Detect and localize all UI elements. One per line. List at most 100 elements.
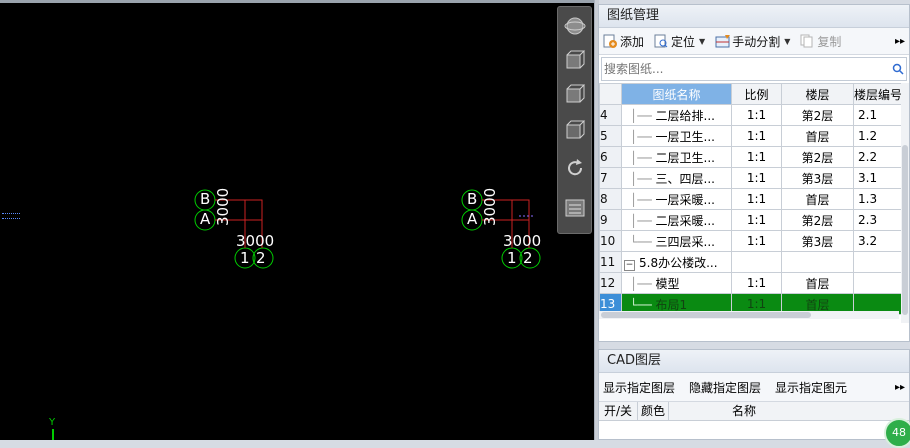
row-scale: 1:1 bbox=[731, 188, 782, 210]
row-scale: 1:1 bbox=[731, 209, 782, 231]
table-row[interactable]: 11 −5.8办公楼改... bbox=[599, 251, 904, 273]
row-name: │── 三、四层... bbox=[621, 167, 732, 189]
horizontal-dimension-right: 3000 bbox=[503, 232, 542, 250]
table-header-row: 图纸名称 比例 楼层 楼层编号 bbox=[599, 83, 904, 105]
badge-value: 48 bbox=[892, 426, 906, 439]
chevron-down-icon: ▼ bbox=[699, 36, 706, 46]
axis-label-a-right: A bbox=[467, 210, 478, 228]
row-name: │── 二层给排... bbox=[621, 104, 732, 126]
row-scale: 1:1 bbox=[731, 146, 782, 168]
cad-layer-toolbar: 显示指定图层 隐藏指定图层 显示指定图元 ▸▸ bbox=[599, 373, 909, 402]
row-number: 6 bbox=[599, 146, 622, 168]
row-name: │── 二层卫生... bbox=[621, 146, 732, 168]
header-color[interactable]: 颜色 bbox=[638, 402, 669, 420]
row-floor: 首层 bbox=[781, 272, 854, 294]
row-scale: 1:1 bbox=[731, 230, 782, 252]
row-floor-no: 2.1 bbox=[852, 104, 904, 126]
cad-layer-panel: CAD图层 显示指定图层 隐藏指定图层 显示指定图元 ▸▸ 开/关 颜色 名称 bbox=[598, 349, 910, 440]
add-button[interactable]: 添加 bbox=[603, 33, 644, 50]
row-number: 5 bbox=[599, 125, 622, 147]
row-name: −5.8办公楼改... bbox=[621, 251, 732, 273]
row-name: │── 一层采暖... bbox=[621, 188, 732, 210]
row-floor-no: 1.2 bbox=[852, 125, 904, 147]
cad-canvas[interactable]: B A 3000 3000 1 2 B A 3000 3000 1 2 Y bbox=[0, 0, 594, 440]
horizontal-dimension-left: 3000 bbox=[236, 232, 275, 250]
row-floor: 首层 bbox=[781, 188, 854, 210]
canvas-marker-left bbox=[2, 213, 20, 219]
table-row[interactable]: 5 │── 一层卫生... 1:1 首层 1.2 bbox=[599, 125, 904, 147]
row-number: 11 bbox=[599, 251, 622, 273]
vertical-dimension-left: 3000 bbox=[214, 187, 232, 226]
hscroll-thumb[interactable] bbox=[601, 312, 811, 318]
row-floor-no bbox=[852, 251, 904, 273]
layer-list-icon[interactable] bbox=[562, 195, 587, 220]
axis-label-2-right: 2 bbox=[523, 249, 533, 267]
row-floor: 第2层 bbox=[781, 209, 854, 231]
row-number: 12 bbox=[599, 272, 622, 294]
table-row[interactable]: 10 └── 三四层采... 1:1 第3层 3.2 bbox=[599, 230, 904, 252]
manual-split-button[interactable]: 手动分割 ▼ bbox=[715, 33, 790, 50]
row-floor-no: 2.2 bbox=[852, 146, 904, 168]
header-onoff[interactable]: 开/关 bbox=[599, 402, 638, 420]
row-number: 10 bbox=[599, 230, 622, 252]
axis-label-b-right: B bbox=[467, 190, 478, 208]
toolbar-overflow-icon[interactable]: ▸▸ bbox=[895, 36, 905, 47]
copy-label: 复制 bbox=[817, 34, 842, 49]
split-icon bbox=[715, 34, 731, 48]
scrollbar-thumb[interactable] bbox=[902, 145, 908, 315]
locate-label: 定位 bbox=[671, 34, 696, 49]
header-scale[interactable]: 比例 bbox=[731, 83, 782, 105]
row-floor: 第2层 bbox=[781, 146, 854, 168]
row-name: └── 三四层采... bbox=[621, 230, 732, 252]
table-horizontal-scrollbar[interactable] bbox=[599, 311, 899, 319]
axis-label-a-left: A bbox=[200, 210, 211, 228]
row-name: │── 二层采暖... bbox=[621, 209, 732, 231]
copy-icon bbox=[800, 34, 814, 48]
toolbar-overflow-icon[interactable]: ▸▸ bbox=[895, 382, 905, 393]
axis-label-1-right: 1 bbox=[507, 249, 517, 267]
table-row[interactable]: 7 │── 三、四层... 1:1 第3层 3.1 bbox=[599, 167, 904, 189]
locate-button[interactable]: 定位 ▼ bbox=[654, 33, 705, 50]
row-number: 8 bbox=[599, 188, 622, 210]
panel-title: 图纸管理 bbox=[599, 5, 909, 28]
table-row[interactable]: 6 │── 二层卫生... 1:1 第2层 2.2 bbox=[599, 146, 904, 168]
table-row[interactable]: 8 │── 一层采暖... 1:1 首层 1.3 bbox=[599, 188, 904, 210]
table-row[interactable]: 9 │── 二层采暖... 1:1 第2层 2.3 bbox=[599, 209, 904, 231]
canvas-top-border bbox=[0, 0, 594, 3]
box-view-icon[interactable] bbox=[562, 117, 587, 142]
row-scale: 1:1 bbox=[731, 104, 782, 126]
view-navigation-toolbar bbox=[557, 6, 592, 234]
y-axis-indicator: Y bbox=[47, 417, 59, 440]
row-floor bbox=[781, 251, 854, 273]
hide-layer-button[interactable]: 隐藏指定图层 bbox=[689, 379, 761, 396]
header-floor-no[interactable]: 楼层编号 bbox=[852, 83, 904, 105]
y-axis-label: Y bbox=[49, 417, 56, 428]
row-floor-no bbox=[852, 272, 904, 294]
row-name: │── 模型 bbox=[621, 272, 732, 294]
show-layer-button[interactable]: 显示指定图层 bbox=[603, 379, 675, 396]
3d-view-icon[interactable] bbox=[562, 47, 587, 72]
orbit-icon[interactable] bbox=[562, 13, 587, 38]
search-icon[interactable] bbox=[890, 63, 906, 75]
cad-panel-title: CAD图层 bbox=[599, 350, 909, 373]
header-layer-name[interactable]: 名称 bbox=[669, 402, 819, 420]
header-floor[interactable]: 楼层 bbox=[781, 83, 854, 105]
layer-table-header: 开/关 颜色 名称 bbox=[599, 402, 909, 421]
view-cube-icon[interactable] bbox=[562, 81, 587, 106]
drawing-management-panel: 图纸管理 添加 定位 ▼ 手动分割 ▼ 复制 ▸▸ 搜索图纸... 图纸名称 比… bbox=[598, 4, 910, 342]
table-row[interactable]: 4 │── 二层给排... 1:1 第2层 2.1 bbox=[599, 104, 904, 126]
row-scale: 1:1 bbox=[731, 272, 782, 294]
status-badge[interactable]: 48 bbox=[884, 418, 910, 448]
table-vertical-scrollbar[interactable] bbox=[901, 83, 909, 323]
manual-split-label: 手动分割 bbox=[732, 34, 781, 49]
search-input[interactable] bbox=[602, 59, 890, 79]
rotate-icon[interactable] bbox=[562, 155, 587, 180]
copy-button[interactable]: 复制 bbox=[800, 33, 841, 50]
collapse-icon[interactable]: − bbox=[624, 259, 635, 271]
row-floor-no: 2.3 bbox=[852, 209, 904, 231]
show-element-button[interactable]: 显示指定图元 bbox=[775, 379, 847, 396]
table-row[interactable]: 12 │── 模型 1:1 首层 bbox=[599, 272, 904, 294]
header-name[interactable]: 图纸名称 bbox=[621, 83, 732, 105]
axis-label-b-left: B bbox=[200, 190, 211, 208]
search-box bbox=[601, 57, 907, 81]
